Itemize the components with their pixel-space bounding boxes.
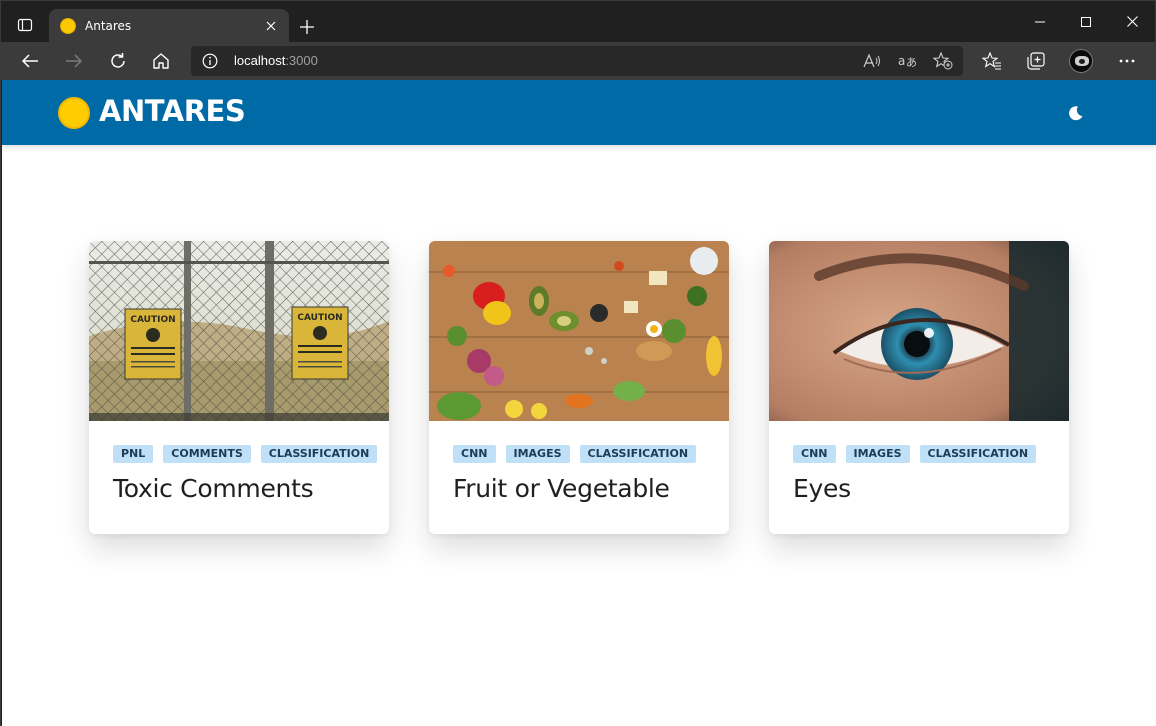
collections-icon[interactable] <box>1021 46 1051 76</box>
svg-text:a: a <box>898 54 905 68</box>
browser-toolbar: localhost:3000 aあ <box>1 42 1155 80</box>
url-port: :3000 <box>285 53 318 68</box>
card-title[interactable]: Fruit or Vegetable <box>453 474 670 503</box>
tag[interactable]: CNN <box>793 445 836 463</box>
title-bar: Antares <box>1 1 1155 43</box>
tag-list: PNL COMMENTS CLASSIFICATION <box>113 445 378 463</box>
favicon-icon <box>60 18 76 34</box>
avatar[interactable] <box>1066 46 1096 76</box>
close-icon[interactable] <box>259 14 283 38</box>
browser-window: Antares localhost:3000 a あ ANTARES CAUTI… <box>0 0 1156 726</box>
tag[interactable]: CNN <box>453 445 496 463</box>
plus-icon[interactable] <box>293 13 321 41</box>
back-arrow-icon[interactable] <box>15 46 45 76</box>
tag-list: CNN IMAGES CLASSIFICATION <box>453 445 697 463</box>
card-title[interactable]: Toxic Comments <box>113 474 314 503</box>
card-title[interactable]: Eyes <box>793 474 851 503</box>
tab-actions-icon[interactable] <box>11 11 39 39</box>
svg-text:CAUTION: CAUTION <box>297 313 342 323</box>
star-plus-icon[interactable] <box>931 50 955 72</box>
project-card-toxic-comments[interactable]: CAUTION CAUTION PNL COMMENTS CLASSIFICAT… <box>89 241 389 534</box>
address-bar[interactable]: localhost:3000 aあ <box>191 46 963 76</box>
tag[interactable]: IMAGES <box>505 445 570 463</box>
home-icon[interactable] <box>146 46 176 76</box>
brand-title[interactable]: ANTARES <box>99 94 246 128</box>
maximize-icon[interactable] <box>1063 1 1109 42</box>
translate-icon[interactable]: aあ <box>896 50 920 72</box>
tag[interactable]: CLASSIFICATION <box>919 445 1037 463</box>
minimize-icon[interactable] <box>1017 1 1063 42</box>
tag[interactable]: CLASSIFICATION <box>260 445 378 463</box>
window-controls <box>1017 1 1155 42</box>
svg-text:あ: あ <box>906 56 917 69</box>
logo-icon[interactable] <box>58 97 90 129</box>
fence-caution-signs-photo: CAUTION CAUTION <box>89 241 389 421</box>
refresh-icon[interactable] <box>103 46 133 76</box>
eye-closeup-photo <box>769 241 1069 421</box>
tag[interactable]: COMMENTS <box>163 445 251 463</box>
vegetables-table-photo <box>429 241 729 421</box>
read-aloud-icon[interactable] <box>861 50 885 72</box>
favorites-icon[interactable] <box>977 46 1007 76</box>
tag[interactable]: PNL <box>113 445 154 463</box>
moon-icon[interactable] <box>1066 103 1086 123</box>
tab-title: Antares <box>85 19 132 33</box>
tag[interactable]: CLASSIFICATION <box>579 445 697 463</box>
info-icon[interactable] <box>201 52 219 70</box>
page-viewport: ANTARES CAUTION CAUTION PNL COMMENTS CLA… <box>2 80 1156 726</box>
svg-text:CAUTION: CAUTION <box>130 315 175 325</box>
tag[interactable]: IMAGES <box>845 445 910 463</box>
project-card-fruit-or-vegetable[interactable]: CNN IMAGES CLASSIFICATION Fruit or Veget… <box>429 241 729 534</box>
url-host: localhost <box>234 53 286 68</box>
close-window-icon[interactable] <box>1109 1 1155 42</box>
app-header: ANTARES <box>2 80 1156 145</box>
browser-tab[interactable]: Antares <box>49 9 289 43</box>
tag-list: CNN IMAGES CLASSIFICATION <box>793 445 1037 463</box>
forward-arrow-icon[interactable] <box>59 46 89 76</box>
url-text: localhost:3000 <box>234 53 318 68</box>
project-card-eyes[interactable]: CNN IMAGES CLASSIFICATION Eyes <box>769 241 1069 534</box>
more-icon[interactable] <box>1112 46 1142 76</box>
